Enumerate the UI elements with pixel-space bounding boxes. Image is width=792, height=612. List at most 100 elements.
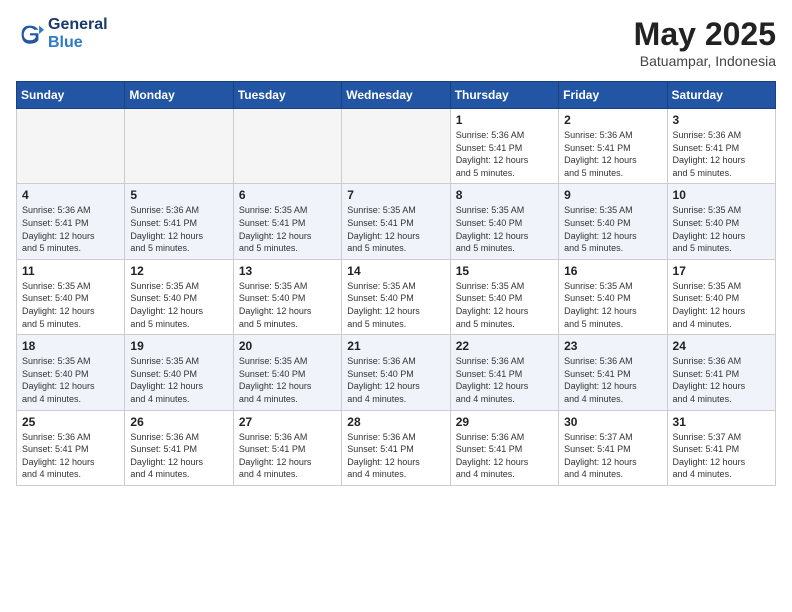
- logo-name: General: [48, 16, 108, 34]
- day-number: 17: [673, 264, 770, 278]
- calendar-cell: 27Sunrise: 5:36 AM Sunset: 5:41 PM Dayli…: [233, 410, 341, 485]
- day-number: 16: [564, 264, 661, 278]
- day-number: 25: [22, 415, 119, 429]
- day-number: 10: [673, 188, 770, 202]
- day-info: Sunrise: 5:35 AM Sunset: 5:40 PM Dayligh…: [239, 355, 336, 405]
- day-number: 11: [22, 264, 119, 278]
- day-info: Sunrise: 5:35 AM Sunset: 5:40 PM Dayligh…: [564, 280, 661, 330]
- day-number: 1: [456, 113, 553, 127]
- day-info: Sunrise: 5:35 AM Sunset: 5:41 PM Dayligh…: [239, 204, 336, 254]
- calendar-cell: 26 Sunrise: 5:36 AM Sunset: 5:41 PM Dayli…: [125, 410, 233, 485]
- weekday-header-tuesday: Tuesday: [233, 82, 341, 109]
- logo: General Blue: [16, 16, 108, 53]
- calendar-cell: 25 Sunrise: 5:36 AM Sunset: 5:41 PM Dayli…: [17, 410, 125, 485]
- weekday-header-friday: Friday: [559, 82, 667, 109]
- calendar-cell: 22 Sunrise: 5:36 AM Sunset: 5:41 PM Dayli…: [450, 335, 558, 410]
- day-number: 21: [347, 339, 444, 353]
- day-info: Sunrise: 5:36 AM Sunset: 5:41 PM Dayligh…: [456, 431, 553, 481]
- calendar-week-row: 4 Sunrise: 5:36 AM Sunset: 5:41 PM Daylig…: [17, 184, 776, 259]
- day-info: Sunrise: 5:36 AM Sunset: 5:41 PM Dayligh…: [564, 129, 661, 179]
- day-info: Sunrise: 5:36 AM Sunset: 5:41 PM Dayligh…: [456, 129, 553, 179]
- calendar-week-row: 11 Sunrise: 5:35 AM Sunset: 5:40 PM Dayli…: [17, 259, 776, 334]
- calendar-cell: [342, 109, 450, 184]
- title-block: May 2025 Batuampar, Indonesia: [634, 16, 776, 69]
- day-info: Sunrise: 5:35 AM Sunset: 5:40 PM Dayligh…: [673, 204, 770, 254]
- calendar-cell: 8 Sunrise: 5:35 AM Sunset: 5:40 PM Daylig…: [450, 184, 558, 259]
- page-header: General Blue May 2025 Batuampar, Indones…: [16, 16, 776, 69]
- day-number: 3: [673, 113, 770, 127]
- day-info: Sunrise: 5:35 AM Sunset: 5:40 PM Dayligh…: [673, 280, 770, 330]
- logo-blue: Blue: [48, 34, 108, 52]
- day-number: 6: [239, 188, 336, 202]
- day-info: Sunrise: 5:35 AM Sunset: 5:40 PM Dayligh…: [347, 280, 444, 330]
- day-number: 9: [564, 188, 661, 202]
- day-info: Sunrise: 5:35 AM Sunset: 5:40 PM Dayligh…: [564, 204, 661, 254]
- day-info: Sunrise: 5:35 AM Sunset: 5:40 PM Dayligh…: [130, 280, 227, 330]
- day-info: Sunrise: 5:36 AM Sunset: 5:41 PM Dayligh…: [22, 204, 119, 254]
- day-info: Sunrise: 5:36 AM Sunset: 5:41 PM Dayligh…: [130, 431, 227, 481]
- day-number: 24: [673, 339, 770, 353]
- day-number: 18: [22, 339, 119, 353]
- weekday-header-wednesday: Wednesday: [342, 82, 450, 109]
- day-info: Sunrise: 5:36 AM Sunset: 5:41 PM Dayligh…: [673, 129, 770, 179]
- day-info: Sunrise: 5:37 AM Sunset: 5:41 PM Dayligh…: [673, 431, 770, 481]
- calendar-cell: 30Sunrise: 5:37 AM Sunset: 5:41 PM Dayli…: [559, 410, 667, 485]
- day-number: 29: [456, 415, 553, 429]
- day-number: 19: [130, 339, 227, 353]
- calendar-week-row: 1 Sunrise: 5:36 AM Sunset: 5:41 PM Daylig…: [17, 109, 776, 184]
- day-info: Sunrise: 5:36 AM Sunset: 5:41 PM Dayligh…: [22, 431, 119, 481]
- weekday-header-monday: Monday: [125, 82, 233, 109]
- calendar-cell: 3 Sunrise: 5:36 AM Sunset: 5:41 PM Daylig…: [667, 109, 775, 184]
- day-number: 20: [239, 339, 336, 353]
- calendar-cell: 6 Sunrise: 5:35 AM Sunset: 5:41 PM Daylig…: [233, 184, 341, 259]
- day-info: Sunrise: 5:36 AM Sunset: 5:41 PM Dayligh…: [456, 355, 553, 405]
- day-info: Sunrise: 5:36 AM Sunset: 5:41 PM Dayligh…: [130, 204, 227, 254]
- day-number: 26: [130, 415, 227, 429]
- day-number: 23: [564, 339, 661, 353]
- calendar-cell: 24Sunrise: 5:36 AM Sunset: 5:41 PM Dayli…: [667, 335, 775, 410]
- calendar-cell: 10 Sunrise: 5:35 AM Sunset: 5:40 PM Dayli…: [667, 184, 775, 259]
- calendar-cell: 17 Sunrise: 5:35 AM Sunset: 5:40 PM Dayli…: [667, 259, 775, 334]
- calendar-cell: 23 Sunrise: 5:36 AM Sunset: 5:41 PM Dayli…: [559, 335, 667, 410]
- day-info: Sunrise: 5:35 AM Sunset: 5:40 PM Dayligh…: [456, 204, 553, 254]
- location: Batuampar, Indonesia: [634, 53, 776, 69]
- calendar-cell: 18 Sunrise: 5:35 AM Sunset: 5:40 PM Dayli…: [17, 335, 125, 410]
- calendar-table: SundayMondayTuesdayWednesdayThursdayFrid…: [16, 81, 776, 486]
- calendar-cell: 9 Sunrise: 5:35 AM Sunset: 5:40 PM Daylig…: [559, 184, 667, 259]
- day-number: 14: [347, 264, 444, 278]
- calendar-cell: 7 Sunrise: 5:35 AM Sunset: 5:41 PM Daylig…: [342, 184, 450, 259]
- calendar-cell: 29 Sunrise: 5:36 AM Sunset: 5:41 PM Dayli…: [450, 410, 558, 485]
- day-info: Sunrise: 5:36 AM Sunset: 5:41 PM Dayligh…: [347, 431, 444, 481]
- weekday-header-thursday: Thursday: [450, 82, 558, 109]
- day-info: Sunrise: 5:35 AM Sunset: 5:40 PM Dayligh…: [22, 355, 119, 405]
- day-info: Sunrise: 5:35 AM Sunset: 5:40 PM Dayligh…: [456, 280, 553, 330]
- day-info: Sunrise: 5:37 AM Sunset: 5:41 PM Dayligh…: [564, 431, 661, 481]
- day-number: 12: [130, 264, 227, 278]
- calendar-cell: 19 Sunrise: 5:35 AM Sunset: 5:40 PM Dayli…: [125, 335, 233, 410]
- day-number: 15: [456, 264, 553, 278]
- day-info: Sunrise: 5:36 AM Sunset: 5:41 PM Dayligh…: [239, 431, 336, 481]
- weekday-header-sunday: Sunday: [17, 82, 125, 109]
- day-info: Sunrise: 5:36 AM Sunset: 5:40 PM Dayligh…: [347, 355, 444, 405]
- calendar-week-row: 18 Sunrise: 5:35 AM Sunset: 5:40 PM Dayli…: [17, 335, 776, 410]
- day-number: 7: [347, 188, 444, 202]
- day-info: Sunrise: 5:35 AM Sunset: 5:40 PM Dayligh…: [22, 280, 119, 330]
- weekday-header-saturday: Saturday: [667, 82, 775, 109]
- calendar-cell: 28 Sunrise: 5:36 AM Sunset: 5:41 PM Dayli…: [342, 410, 450, 485]
- day-number: 22: [456, 339, 553, 353]
- day-info: Sunrise: 5:35 AM Sunset: 5:40 PM Dayligh…: [239, 280, 336, 330]
- logo-icon: [16, 20, 44, 48]
- calendar-cell: [125, 109, 233, 184]
- day-info: Sunrise: 5:35 AM Sunset: 5:40 PM Dayligh…: [130, 355, 227, 405]
- day-number: 8: [456, 188, 553, 202]
- day-info: Sunrise: 5:35 AM Sunset: 5:41 PM Dayligh…: [347, 204, 444, 254]
- calendar-cell: [17, 109, 125, 184]
- calendar-cell: [233, 109, 341, 184]
- day-number: 31: [673, 415, 770, 429]
- calendar-cell: 1 Sunrise: 5:36 AM Sunset: 5:41 PM Daylig…: [450, 109, 558, 184]
- month-title: May 2025: [634, 16, 776, 53]
- day-number: 13: [239, 264, 336, 278]
- day-info: Sunrise: 5:36 AM Sunset: 5:41 PM Dayligh…: [564, 355, 661, 405]
- day-number: 28: [347, 415, 444, 429]
- day-number: 4: [22, 188, 119, 202]
